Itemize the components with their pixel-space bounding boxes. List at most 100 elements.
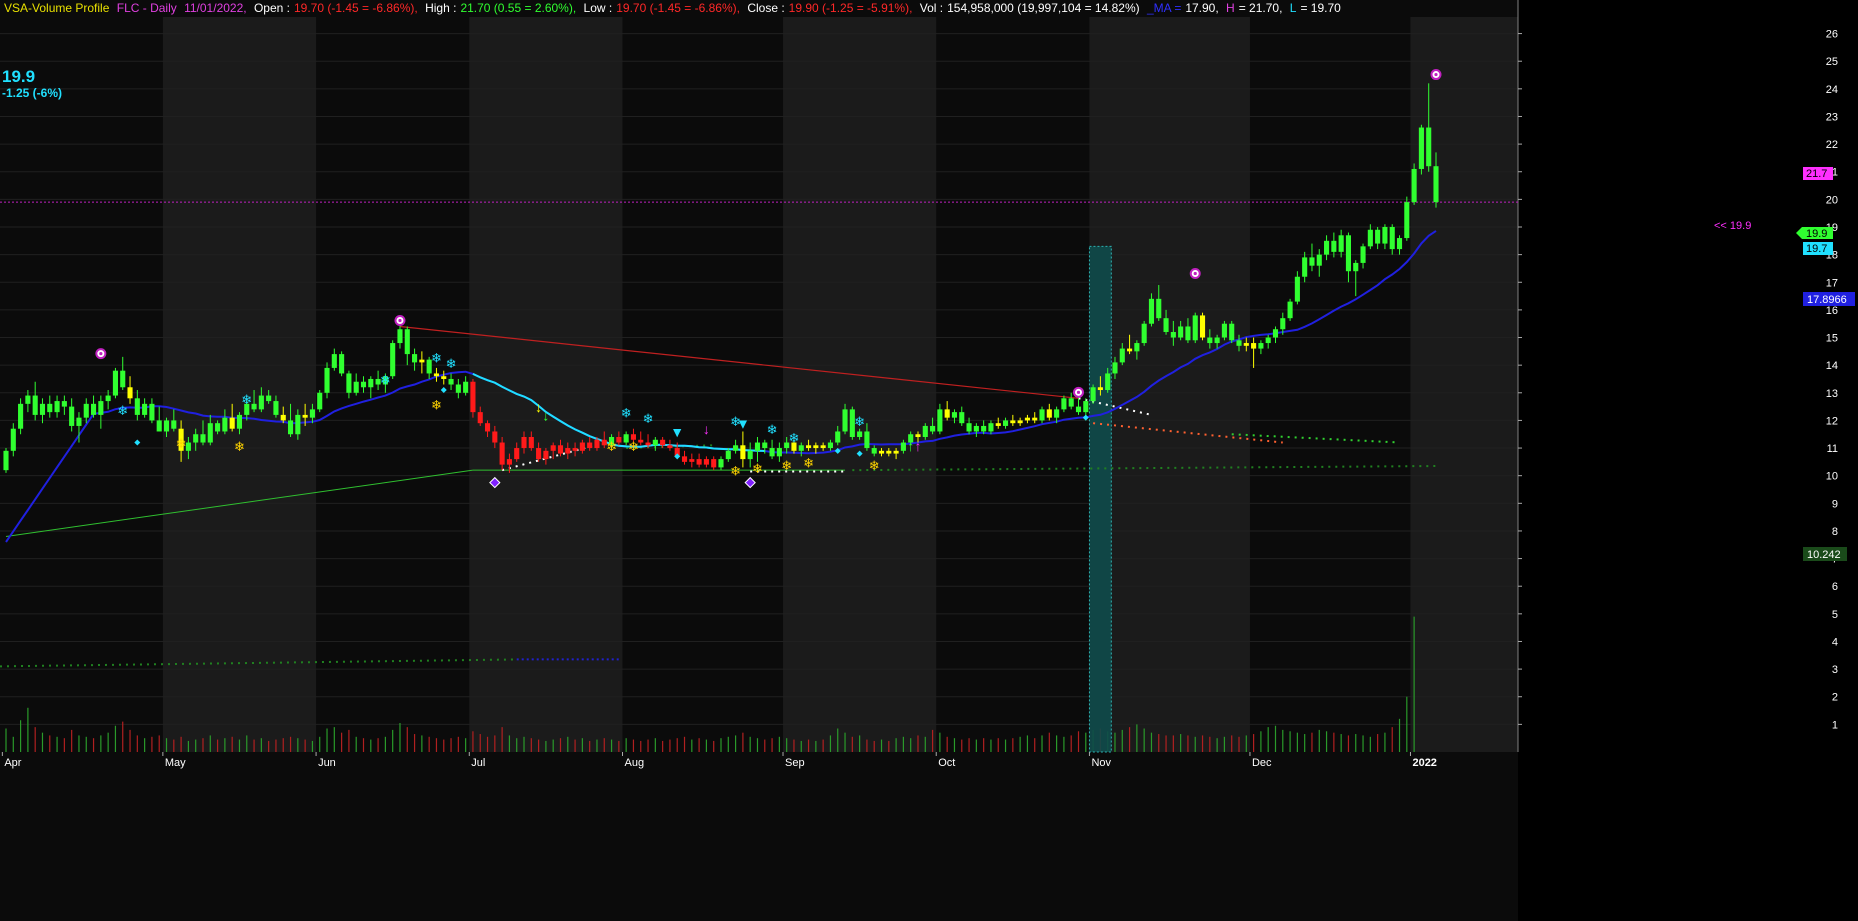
candle-body (645, 442, 651, 446)
candle-body (1404, 202, 1410, 239)
candle-body (1090, 387, 1096, 402)
candle-body (1148, 298, 1155, 324)
candle-body (200, 434, 206, 443)
candle-body (1382, 227, 1388, 244)
candle-body (1331, 240, 1337, 252)
low-value: 19.70 (-1.45 = -6.86%), (616, 1, 740, 15)
y-tick-label: 3 (1832, 664, 1838, 676)
price-chart[interactable]: ❄❄❄❄❄❄❄❄❄❄❄❄❄❄❄❄❄❄❄❄❄↓↓↓▼▼↑↑ 12345678910… (0, 0, 1858, 921)
candle-body (222, 417, 228, 432)
ma-tag-label: 17.8966 (1807, 294, 1847, 306)
date-strip (0, 752, 1518, 921)
cyan-star-icon: ❄ (621, 406, 632, 421)
candle-body (54, 401, 60, 413)
candle-body (251, 403, 257, 410)
signal-arrow-icon: ↓ (535, 399, 542, 415)
y-tick-label: 16 (1826, 305, 1838, 317)
candle-body (689, 459, 695, 462)
candle-body (1185, 326, 1191, 341)
candle-body (499, 442, 505, 465)
indicator-name[interactable]: VSA-Volume Profile (4, 1, 109, 15)
candle-body (550, 445, 556, 451)
candle-body (681, 456, 688, 462)
candle-body (878, 450, 885, 454)
candle-body (287, 420, 294, 435)
candle-body (1389, 227, 1395, 250)
supply-pivot-dot (1193, 271, 1197, 276)
y-tick-label: 15 (1826, 333, 1838, 345)
signal-arrow-icon: ↓ (703, 421, 710, 437)
candle-body (346, 373, 352, 393)
candle-body (455, 384, 461, 393)
candle-body (813, 445, 819, 449)
x-tick-label: Aug (625, 757, 645, 769)
y-tick-label: 10 (1826, 471, 1838, 483)
y-tick-label: 20 (1826, 194, 1838, 206)
close-label: Close : (747, 1, 785, 15)
candle-body (842, 409, 848, 432)
candle-body (886, 450, 892, 454)
yellow-star-icon: ❄ (606, 439, 617, 454)
candle-body (696, 459, 702, 465)
candle-body (565, 448, 571, 454)
candle-body (1002, 420, 1009, 426)
candle-body (484, 423, 491, 432)
candle-body (229, 417, 235, 429)
candle-body (76, 417, 82, 426)
candle-body (368, 378, 374, 388)
candle-body (390, 343, 396, 377)
y-tick-label: 22 (1826, 139, 1838, 151)
candle-body (1426, 127, 1432, 167)
candle-body (397, 329, 403, 344)
candle-body (1265, 337, 1271, 344)
close-tag: 19.9 (1796, 227, 1833, 240)
volume-climax-box (1088, 245, 1112, 753)
signal-arrow-icon: ↑ (914, 438, 921, 454)
candle-body (1396, 238, 1403, 250)
candle-body (470, 381, 476, 413)
candle-body (1324, 240, 1330, 255)
candle-body (1367, 229, 1373, 247)
y-tick-label: 5 (1832, 609, 1838, 621)
candle-body (433, 373, 440, 377)
candle-body (543, 450, 549, 460)
candle-body (1199, 315, 1206, 338)
candle-body (171, 420, 177, 429)
candle-body (1375, 229, 1381, 244)
cyan-star-icon: ❄ (380, 373, 391, 388)
candle-body (258, 395, 264, 410)
x-tick-label: 2022 (1412, 757, 1436, 769)
vol-value: 154,958,000 (19,997,104 = 14.82%) (947, 1, 1140, 15)
candle-body (1411, 168, 1417, 203)
candle-body (660, 439, 666, 446)
candle-body (105, 395, 111, 402)
candle-body (441, 376, 447, 379)
candle-body (667, 445, 673, 449)
h-label: H (1226, 1, 1235, 15)
candle-body (1236, 340, 1242, 346)
x-tick-label: Jun (318, 757, 336, 769)
chart-window: ❄❄❄❄❄❄❄❄❄❄❄❄❄❄❄❄❄❄❄❄❄↓↓↓▼▼↑↑ 12345678910… (0, 0, 1858, 921)
supply-pivot-dot (1076, 390, 1081, 394)
signal-arrow-icon: ▼ (670, 424, 684, 440)
y-tick-label: 23 (1826, 111, 1838, 123)
symbol-label: FLC - Daily (116, 1, 177, 15)
candle-body (25, 395, 31, 404)
candle-body (236, 414, 243, 429)
candle-body (1207, 337, 1213, 344)
supply-pivot-dot (398, 318, 402, 323)
candle-body (134, 398, 140, 415)
candle-body (995, 423, 1001, 426)
candle-body (1039, 409, 1045, 421)
candle-body (1061, 398, 1067, 410)
candle-body (353, 381, 359, 393)
candle-body (528, 437, 534, 449)
y-tick-label: 6 (1832, 581, 1838, 593)
candle-body (112, 370, 118, 396)
y-tick-label: 11 (1827, 443, 1838, 455)
cyan-star-icon: ❄ (446, 356, 457, 371)
candle-body (404, 329, 410, 355)
candle-body (273, 401, 279, 415)
candle-body (331, 354, 337, 368)
open-label: Open : (253, 1, 290, 15)
